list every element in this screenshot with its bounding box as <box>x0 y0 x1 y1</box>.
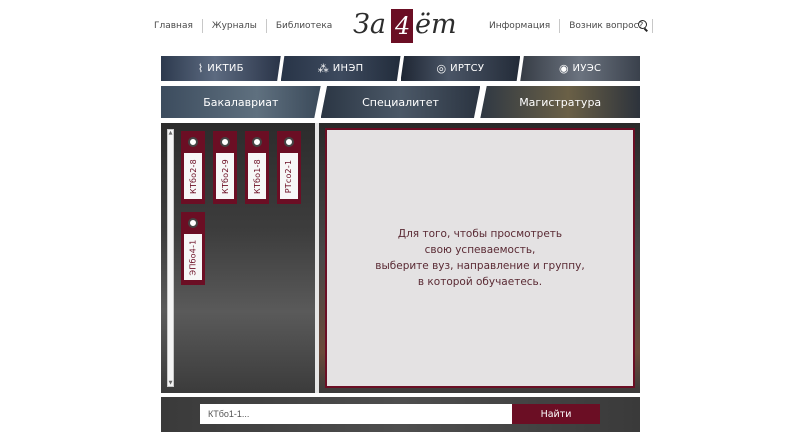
group-tag[interactable]: ЭПбо4-1 <box>181 212 205 285</box>
institute-tab-inep[interactable]: ⁂ ИНЭП <box>280 56 401 81</box>
nav-link-info[interactable]: Информация <box>489 20 559 32</box>
nav-separator <box>652 19 654 33</box>
degree-label: Бакалавриат <box>203 95 279 109</box>
group-label: КТбо2-9 <box>220 158 230 194</box>
main-area: ▲ ▼ КТбо2-8 КТбо2-9 КТбо1-8 РТсо2-1 ЭПбо… <box>161 123 640 393</box>
group-tag[interactable]: КТбо1-8 <box>245 131 269 204</box>
institute-label: ИУЭС <box>572 63 602 74</box>
radio-button[interactable] <box>188 137 198 147</box>
instruction-line: в которой обучаетесь. <box>417 276 543 288</box>
degree-bar: Бакалавриат Специалитет Магистратура <box>161 86 641 118</box>
group-search-input[interactable] <box>200 404 512 424</box>
institute-tab-irtsu[interactable]: ◎ ИРТСУ <box>400 56 521 81</box>
nav-left: Главная Журналы Библиотека <box>154 19 341 33</box>
find-button[interactable]: Найти <box>512 404 600 424</box>
radio-button[interactable] <box>252 137 262 147</box>
nav-link-journals[interactable]: Журналы <box>203 20 266 32</box>
nav-link-home[interactable]: Главная <box>154 20 202 32</box>
instruction-box: Для того, чтобы просмотреть свою успевае… <box>325 128 635 388</box>
group-label-card: РТсо2-1 <box>280 153 298 199</box>
institute-bar: ⌇ ИКТИБ ⁂ ИНЭП ◎ ИРТСУ ◉ ИУЭС <box>161 56 640 81</box>
group-tag[interactable]: РТсо2-1 <box>277 131 301 204</box>
find-button-label: Найти <box>540 408 572 420</box>
group-label-card: КТбо2-8 <box>184 153 202 199</box>
degree-tab-bachelor[interactable]: Бакалавриат <box>161 86 321 118</box>
group-tag[interactable]: КТбо2-8 <box>181 131 205 204</box>
instruction-message: Для того, чтобы просмотреть свою успевае… <box>375 226 584 290</box>
group-label: КТбо1-8 <box>252 158 262 194</box>
search-icon[interactable] <box>638 20 647 29</box>
radio-button[interactable] <box>188 218 198 228</box>
logo-box: 4 <box>391 9 413 43</box>
site-logo[interactable]: За 4 ёт <box>353 5 457 45</box>
group-label-card: КТбо2-9 <box>216 153 234 199</box>
degree-label: Магистратура <box>519 95 602 109</box>
nav-right: Информация Возник вопрос? <box>489 19 654 33</box>
molecule-icon: ⁂ <box>317 62 329 75</box>
nav-link-library[interactable]: Библиотека <box>267 20 341 32</box>
logo-text-end: ёт <box>415 9 457 40</box>
radar-icon: ◎ <box>436 62 447 75</box>
institute-label: ИРТСУ <box>450 63 485 74</box>
scrollbar[interactable]: ▲ ▼ <box>167 129 174 387</box>
degree-tab-specialist[interactable]: Специалитет <box>320 86 481 118</box>
group-list-panel: ▲ ▼ КТбо2-8 КТбо2-9 КТбо1-8 РТсо2-1 ЭПбо… <box>161 123 315 393</box>
logo-digit: 4 <box>395 12 411 40</box>
group-label-card: КТбо1-8 <box>248 153 266 199</box>
institute-label: ИНЭП <box>332 63 364 74</box>
scroll-up-arrow-icon[interactable]: ▲ <box>168 130 173 136</box>
institute-tab-iktib[interactable]: ⌇ ИКТИБ <box>161 56 281 81</box>
results-panel: Для того, чтобы просмотреть свою успевае… <box>319 123 640 393</box>
group-label-card: ЭПбо4-1 <box>184 234 202 280</box>
radio-button[interactable] <box>284 137 294 147</box>
instruction-line: Для того, чтобы просмотреть <box>397 228 563 240</box>
institute-label: ИКТИБ <box>207 63 244 74</box>
degree-label: Специалитет <box>362 95 439 109</box>
scroll-down-arrow-icon[interactable]: ▼ <box>168 380 173 386</box>
group-label: КТбо2-8 <box>188 158 198 194</box>
group-label: ЭПбо4-1 <box>188 239 198 275</box>
top-header: Главная Журналы Библиотека За 4 ёт Инфор… <box>0 0 800 52</box>
logo-text-start: За <box>353 9 386 40</box>
radio-button[interactable] <box>220 137 230 147</box>
circuit-icon: ⌇ <box>197 62 204 75</box>
group-search-bar: Найти <box>161 397 640 432</box>
group-label: РТсо2-1 <box>284 159 294 193</box>
instruction-line: свою успеваемость, <box>424 244 536 256</box>
degree-tab-master[interactable]: Магистратура <box>480 86 641 118</box>
instruction-line: выберите вуз, направление и группу, <box>375 260 585 272</box>
group-tag[interactable]: КТбо2-9 <box>213 131 237 204</box>
institute-tab-iues[interactable]: ◉ ИУЭС <box>520 56 640 81</box>
target-icon: ◉ <box>558 62 569 75</box>
